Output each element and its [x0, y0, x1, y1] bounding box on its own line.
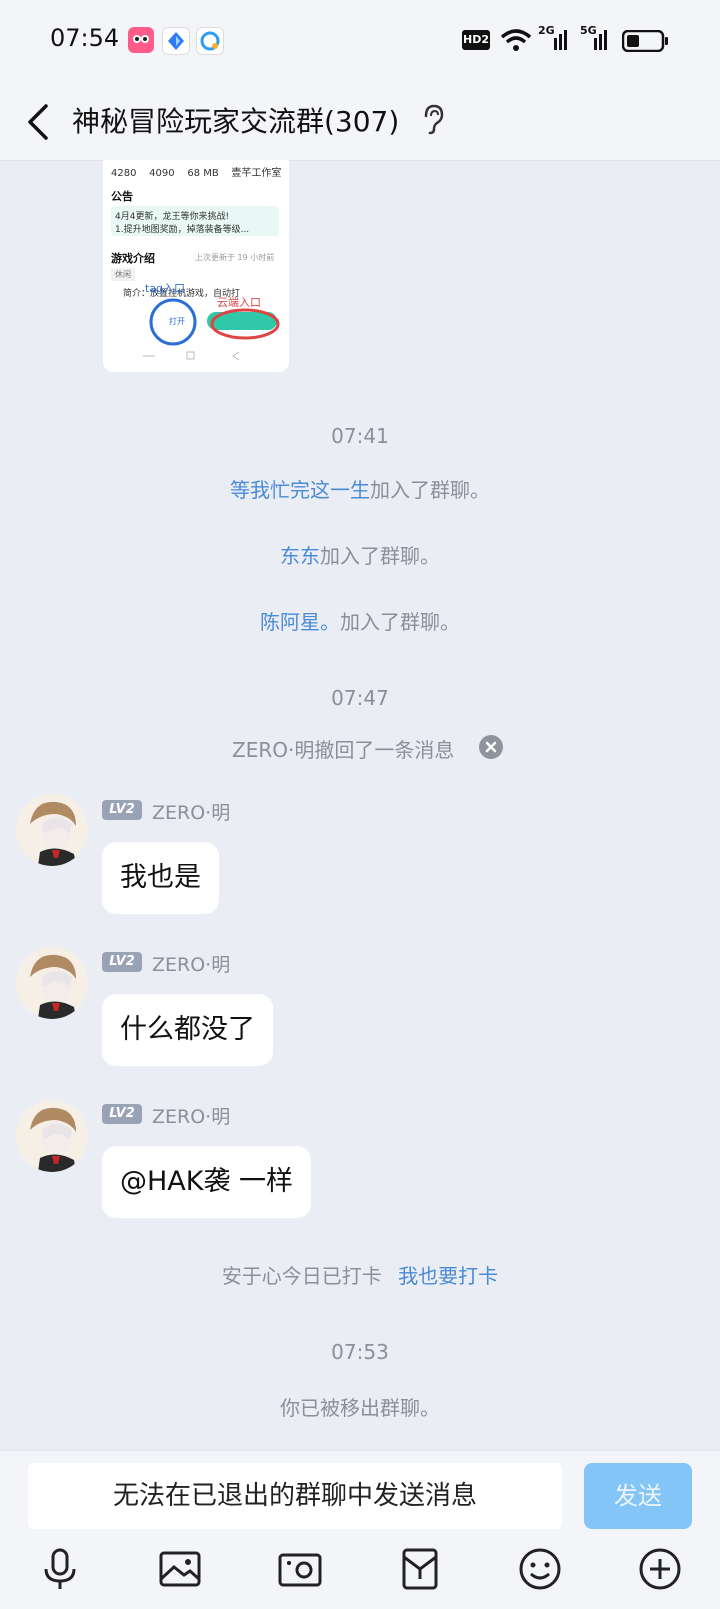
- checkin-link[interactable]: 我也要打卡: [398, 1264, 498, 1288]
- back-button[interactable]: [20, 102, 60, 142]
- join-text: 加入了群聊。: [370, 478, 490, 502]
- signal-icon: [540, 28, 568, 56]
- status-bar: 07:54 HD2 2G 5G: [0, 0, 720, 84]
- level-badge: LV2: [102, 800, 142, 820]
- avatar[interactable]: [16, 947, 88, 1019]
- emoji-icon[interactable]: [516, 1545, 564, 1593]
- message-bubble[interactable]: @HAK袭 一样: [102, 1146, 312, 1218]
- signal-icon: [582, 28, 610, 56]
- join-notice: 陈阿星。加入了群聊。: [0, 606, 720, 635]
- recall-notice: ZERO·明撤回了一条消息: [232, 738, 455, 762]
- app-notification-icon: [196, 27, 224, 55]
- message-bubble[interactable]: 什么都没了: [102, 994, 273, 1066]
- checkin-notice: 安于心今日已打卡 我也要打卡: [0, 1260, 720, 1289]
- wifi-icon: [500, 27, 532, 57]
- chat-header: 神秘冒险玩家交流群(307): [0, 84, 720, 161]
- ear-icon[interactable]: [420, 102, 446, 140]
- avatar[interactable]: [16, 794, 88, 866]
- app-notification-icon: [162, 27, 190, 55]
- shared-image-message[interactable]: 4280 4090 68 MB 壹芊工作室 公告 4月4更新，龙王等你来挑战! …: [103, 160, 289, 372]
- removed-notice: 你已被移出群聊。: [280, 1396, 440, 1420]
- sender-name[interactable]: ZERO·明: [152, 1102, 230, 1129]
- image-icon[interactable]: [156, 1545, 204, 1593]
- checkin-text: 安于心今日已打卡: [221, 1264, 382, 1288]
- join-notice: 东东加入了群聊。: [0, 540, 720, 569]
- battery-icon: [621, 29, 670, 56]
- join-text: 加入了群聊。: [340, 610, 460, 634]
- timestamp: 07:53: [331, 1340, 389, 1364]
- status-time: 07:54: [50, 24, 120, 52]
- annotation-circles: [143, 298, 280, 361]
- back-arrow-icon: [28, 104, 48, 140]
- level-badge: LV2: [102, 1104, 142, 1124]
- close-icon[interactable]: [479, 735, 503, 763]
- camera-icon[interactable]: [276, 1545, 324, 1593]
- join-notice: 等我忙完这一生加入了群聊。: [0, 474, 720, 503]
- input-bar: 无法在已退出的群聊中发送消息 发送: [0, 1450, 720, 1609]
- app-notification-icon: [128, 27, 154, 53]
- avatar[interactable]: [16, 1100, 88, 1172]
- level-badge: LV2: [102, 952, 142, 972]
- message-input[interactable]: 无法在已退出的群聊中发送消息: [28, 1463, 562, 1529]
- timestamp: 07:47: [331, 686, 389, 710]
- member-link[interactable]: 东东: [280, 544, 320, 568]
- sender-name[interactable]: ZERO·明: [152, 950, 230, 977]
- member-link[interactable]: 等我忙完这一生: [230, 478, 370, 502]
- plus-icon[interactable]: [636, 1545, 684, 1593]
- join-text: 加入了群聊。: [320, 544, 440, 568]
- page-title[interactable]: 神秘冒险玩家交流群(307): [72, 100, 399, 140]
- hd-icon: HD2: [462, 30, 490, 50]
- member-link[interactable]: 陈阿星。: [260, 610, 340, 634]
- sender-name[interactable]: ZERO·明: [152, 798, 230, 825]
- message-bubble[interactable]: 我也是: [102, 842, 219, 914]
- timestamp: 07:41: [331, 424, 389, 448]
- send-button[interactable]: 发送: [584, 1463, 692, 1529]
- microphone-icon[interactable]: [36, 1545, 84, 1593]
- red-packet-icon[interactable]: [396, 1545, 444, 1593]
